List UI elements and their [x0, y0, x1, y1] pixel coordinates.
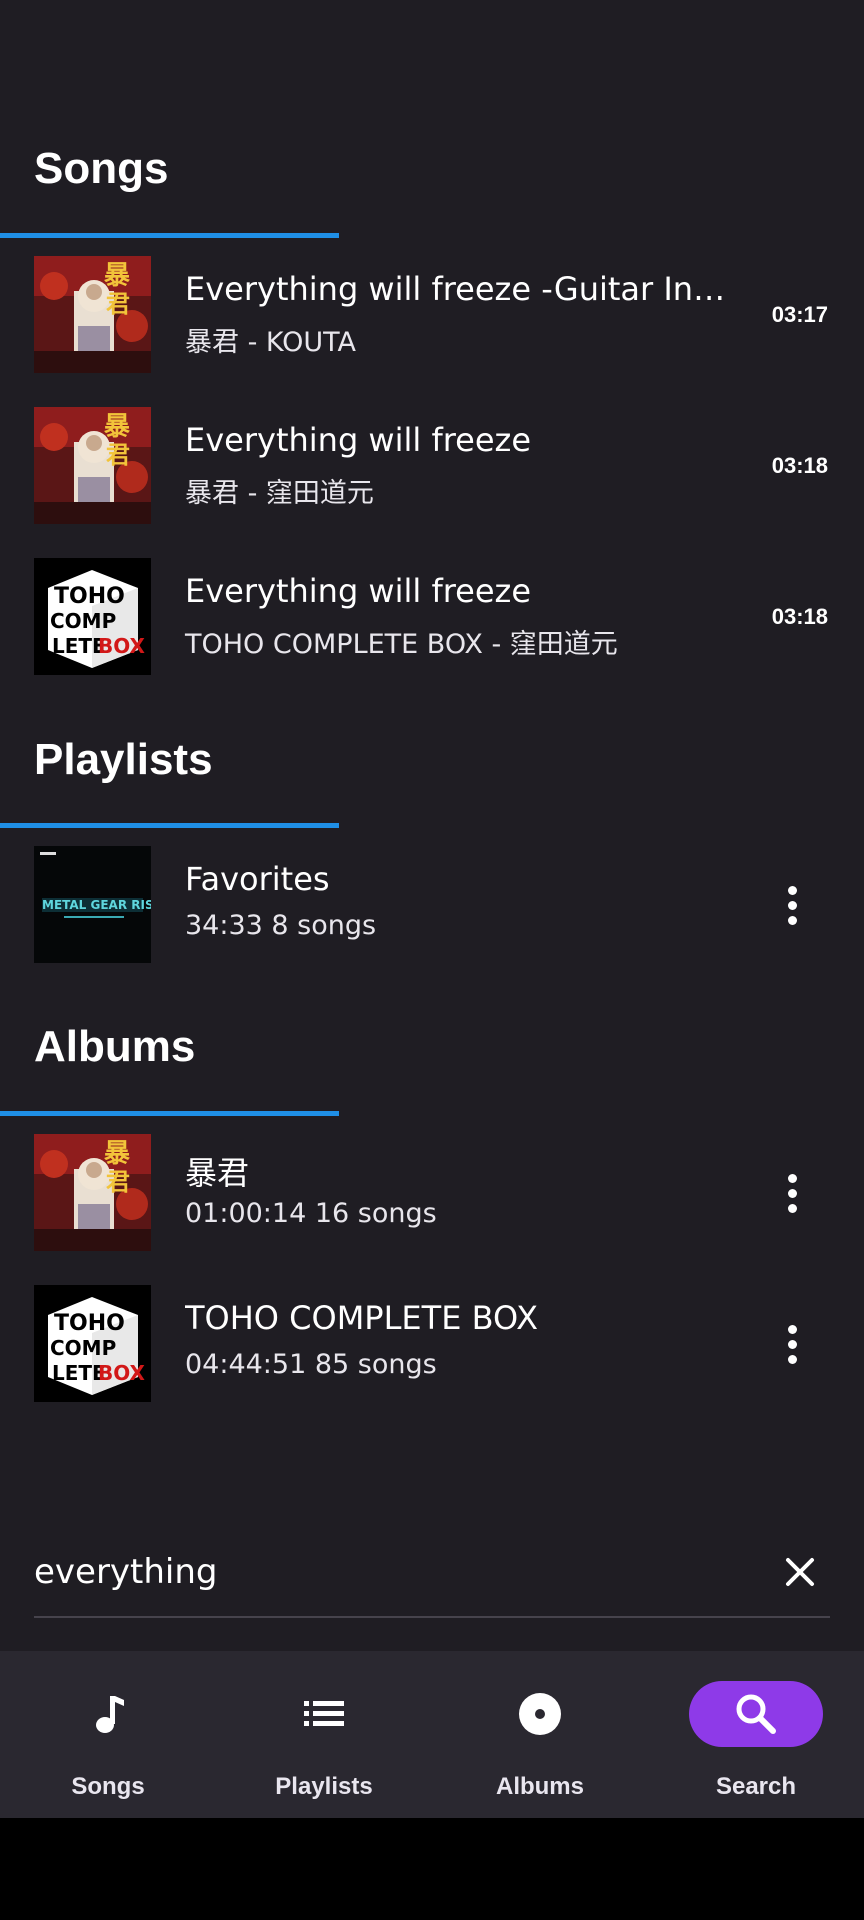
album-subtitle: 01:00:14 16 songs [185, 1198, 437, 1229]
song-row[interactable]: Everything will freeze TOHO COMPLETE BOX… [0, 558, 864, 676]
albums-section-title: Albums [34, 1022, 196, 1071]
more-options-icon[interactable] [770, 1163, 814, 1223]
song-row[interactable]: Everything will freeze 暴君 - 窪田道元 03:18 [0, 407, 864, 525]
nav-label: Playlists [275, 1773, 373, 1800]
toho-complete-box-art [34, 558, 151, 675]
song-title: Everything will freeze [185, 572, 532, 610]
search-input[interactable] [34, 1544, 714, 1600]
song-subtitle: 暴君 - 窪田道元 [185, 478, 374, 509]
album-row[interactable]: TOHO COMPLETE BOX 04:44:51 85 songs [0, 1285, 864, 1403]
song-duration: 03:18 [771, 453, 828, 478]
bokun-album-art [34, 1134, 151, 1251]
nav-search[interactable]: Search [648, 1651, 864, 1818]
system-navigation-bar [0, 1818, 864, 1920]
song-subtitle: 暴君 - KOUTA [185, 327, 357, 358]
music-note-icon [41, 1681, 175, 1747]
nav-albums[interactable]: Albums [432, 1651, 648, 1818]
nav-label: Albums [495, 1773, 584, 1800]
bottom-navigation: Songs Playlists Albums Search [0, 1651, 864, 1818]
search-underline [34, 1616, 830, 1618]
nav-label: Songs [71, 1773, 145, 1800]
search-bar [34, 1530, 830, 1618]
playlist-subtitle: 34:33 8 songs [185, 910, 377, 941]
songs-section-title: Songs [34, 144, 169, 193]
song-duration: 03:17 [771, 302, 828, 327]
album-title: TOHO COMPLETE BOX [185, 1299, 539, 1337]
nav-label: Search [715, 1773, 797, 1800]
more-options-icon[interactable] [770, 1314, 814, 1374]
toho-complete-box-art [34, 1285, 151, 1402]
songs-section-underline [0, 233, 339, 238]
bokun-album-art [34, 256, 151, 373]
playlists-section-title: Playlists [34, 735, 213, 784]
list-icon [257, 1681, 391, 1747]
song-duration: 03:18 [771, 604, 828, 629]
album-subtitle: 04:44:51 85 songs [185, 1349, 437, 1380]
bokun-album-art [34, 407, 151, 524]
metal-gear-rising-art [34, 846, 151, 963]
search-icon [689, 1681, 823, 1747]
album-row[interactable]: 暴君 01:00:14 16 songs [0, 1134, 864, 1252]
playlists-section-underline [0, 823, 339, 828]
close-icon[interactable] [778, 1550, 822, 1594]
playlist-row[interactable]: Favorites 34:33 8 songs [0, 846, 864, 964]
playlist-title: Favorites [185, 860, 330, 898]
disc-icon [473, 1681, 607, 1747]
song-title: Everything will freeze [185, 421, 532, 459]
song-row[interactable]: Everything will freeze -Guitar Instrumen… [0, 256, 864, 374]
song-subtitle: TOHO COMPLETE BOX - 窪田道元 [185, 629, 618, 660]
nav-songs[interactable]: Songs [0, 1651, 216, 1818]
nav-playlists[interactable]: Playlists [216, 1651, 432, 1818]
album-title: 暴君 [185, 1154, 250, 1192]
more-options-icon[interactable] [770, 875, 814, 935]
albums-section-underline [0, 1111, 339, 1116]
song-title: Everything will freeze -Guitar Instrumen… [185, 270, 735, 308]
